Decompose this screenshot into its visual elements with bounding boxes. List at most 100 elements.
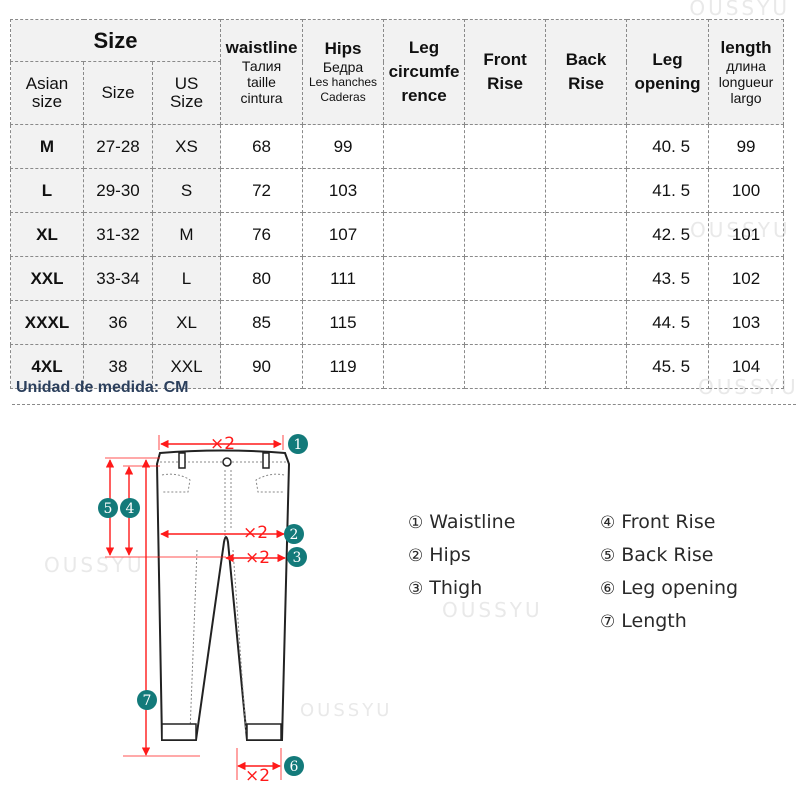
cell-leg-opening: 45. 5 <box>626 344 710 389</box>
table-row: L 29-30 S 72 103 41. 5 100 <box>10 168 785 213</box>
table-row: XXXL 36 XL 85 115 44. 5 103 <box>10 300 785 345</box>
cell-front-rise <box>464 256 547 301</box>
marker-badge-7: 7 <box>137 690 157 710</box>
cell-hips: 99 <box>302 124 385 169</box>
cell-back-rise <box>545 168 628 213</box>
cell-asian-size: XL <box>10 212 84 257</box>
cell-front-rise <box>464 344 547 389</box>
header-waistline-fr: taille <box>247 74 276 90</box>
legend-label: Thigh <box>429 577 483 599</box>
cell-hips: 119 <box>302 344 385 389</box>
legend-item: ⑦ Length <box>600 610 687 632</box>
badge-number: 2 <box>290 527 299 543</box>
header-length-ru: длина <box>726 58 766 74</box>
badge-number: 3 <box>293 550 302 566</box>
cell-waistline: 76 <box>220 212 304 257</box>
legend-number-icon: ① <box>408 513 424 533</box>
header-size: Size <box>83 61 153 125</box>
header-waistline-title: waistline <box>225 38 298 57</box>
header-back-rise-l1: Back <box>565 50 607 69</box>
cell-waistline: 90 <box>220 344 304 389</box>
unit-note: Unidad de medida: CM <box>16 379 189 396</box>
cell-back-rise <box>545 124 628 169</box>
legend-item: ④ Front Rise <box>600 511 715 533</box>
cell-size: 31-32 <box>83 212 153 257</box>
header-length-fr: longueur <box>718 74 774 90</box>
cell-length: 103 <box>708 300 785 345</box>
header-leg-circ-l3: rence <box>401 86 447 105</box>
multiplier-label-waist: ×2 <box>210 434 235 454</box>
header-us-size: US Size <box>151 61 222 125</box>
header-leg-circ-l1: Leg <box>408 38 440 57</box>
cell-us-size: L <box>151 256 222 301</box>
header-hips-ru: Бедра <box>322 59 364 75</box>
cell-waistline: 68 <box>220 124 304 169</box>
legend-item: ① Waistline <box>408 511 515 533</box>
cell-asian-size: M <box>10 124 84 169</box>
header-hips-es: Caderas <box>320 90 366 104</box>
header-waistline-es: cintura <box>240 90 283 106</box>
cell-length: 102 <box>708 256 785 301</box>
cell-leg-circumference <box>383 344 466 389</box>
multiplier-label-hips: ×2 <box>243 523 268 543</box>
cell-leg-opening: 41. 5 <box>626 168 710 213</box>
cell-size: 33-34 <box>83 256 153 301</box>
cell-leg-circumference <box>383 168 466 213</box>
legend-label: Length <box>621 610 687 632</box>
header-size-group: Size <box>9 19 222 62</box>
legend-number-icon: ⑤ <box>600 546 616 566</box>
cell-front-rise <box>464 124 547 169</box>
header-back-rise: Back Rise <box>545 19 628 125</box>
cell-asian-size: XXL <box>10 256 84 301</box>
legend-label: Leg opening <box>621 577 739 599</box>
legend-item: ⑥ Leg opening <box>600 577 738 599</box>
legend-number-icon: ⑦ <box>600 612 616 632</box>
legend-number-icon: ④ <box>600 513 616 533</box>
badge-number: 7 <box>143 693 152 709</box>
badge-number: 6 <box>290 759 299 775</box>
legend-number-icon: ⑥ <box>600 579 616 599</box>
cell-leg-opening: 43. 5 <box>626 256 710 301</box>
cell-us-size: XL <box>151 300 222 345</box>
header-hips-fr: Les hanches <box>309 75 378 89</box>
marker-badge-4: 4 <box>120 498 140 518</box>
cell-leg-circumference <box>383 300 466 345</box>
cell-leg-opening: 44. 5 <box>626 300 710 345</box>
cell-back-rise <box>545 300 628 345</box>
cell-leg-opening: 40. 5 <box>626 124 710 169</box>
header-hips-title: Hips <box>324 39 362 58</box>
cell-front-rise <box>464 168 547 213</box>
pants-outline <box>155 449 291 741</box>
header-front-rise-l1: Front <box>483 50 527 69</box>
header-leg-opening-l1: Leg <box>652 50 683 69</box>
cell-back-rise <box>545 212 628 257</box>
header-length: length длина longueur largo <box>708 19 785 125</box>
cell-leg-circumference <box>383 256 466 301</box>
cell-waistline: 72 <box>220 168 304 213</box>
header-front-rise-l2: Rise <box>487 74 523 93</box>
divider <box>12 404 796 405</box>
cell-us-size: S <box>151 168 222 213</box>
legend-item: ② Hips <box>408 544 471 566</box>
cell-hips: 103 <box>302 168 385 213</box>
legend-item: ⑤ Back Rise <box>600 544 714 566</box>
header-leg-opening-l2: opening <box>634 74 701 93</box>
cell-us-size: XS <box>151 124 222 169</box>
badge-number: 4 <box>126 501 135 517</box>
marker-badge-2: 2 <box>284 524 304 544</box>
legend-label: Back Rise <box>621 544 714 566</box>
legend-label: Front Rise <box>621 511 716 533</box>
header-asian-size: Asian size <box>10 61 84 125</box>
cell-hips: 111 <box>302 256 385 301</box>
legend-label: Hips <box>429 544 471 566</box>
badge-number: 5 <box>104 501 113 517</box>
marker-badge-3: 3 <box>287 547 307 567</box>
cell-leg-circumference <box>383 212 466 257</box>
badge-number: 1 <box>294 437 303 453</box>
header-asian-size-label: Asian size <box>25 74 69 111</box>
multiplier-label-thigh: ×2 <box>245 548 270 568</box>
cell-asian-size: L <box>10 168 84 213</box>
cell-back-rise <box>545 256 628 301</box>
cell-size: 36 <box>83 300 153 345</box>
header-leg-circumference: Leg circumfe rence <box>383 19 466 125</box>
